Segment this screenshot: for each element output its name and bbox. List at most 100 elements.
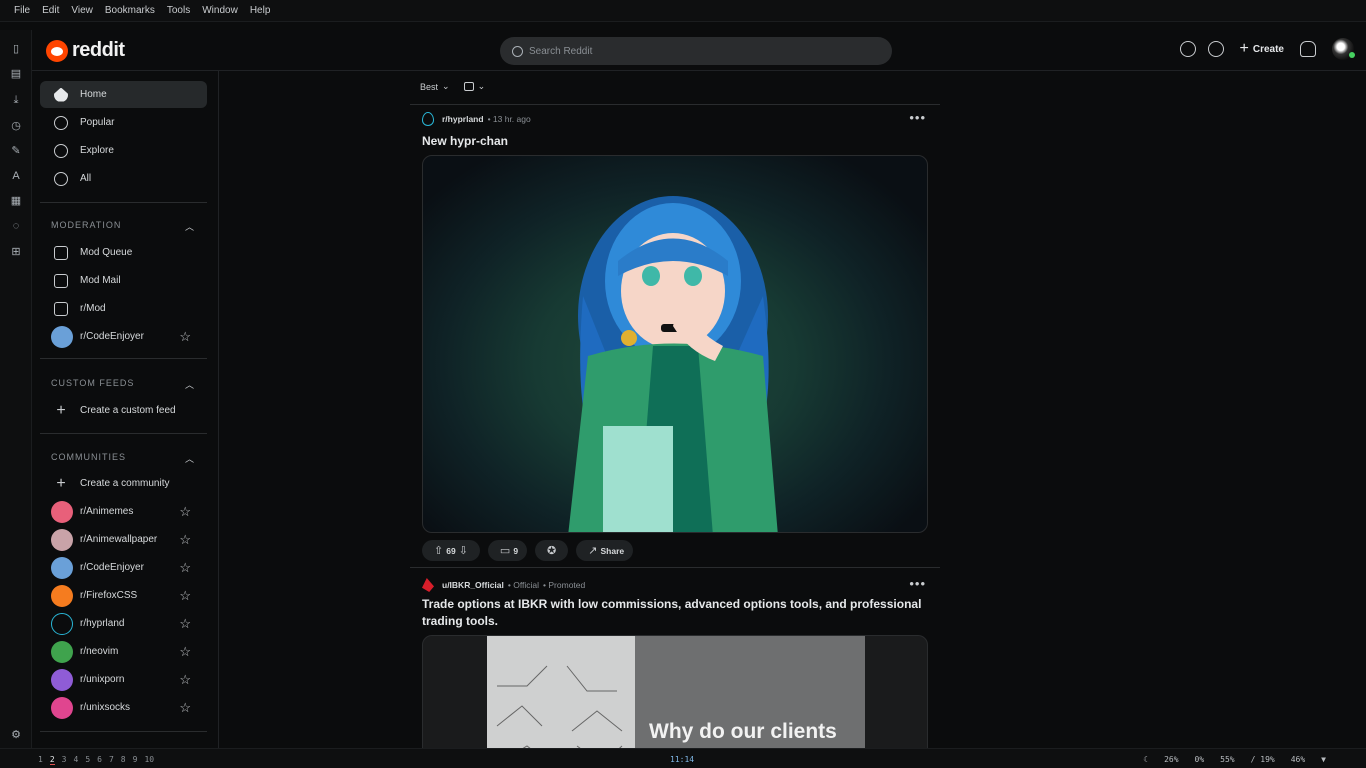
menu-bookmarks[interactable]: Bookmarks (105, 5, 155, 16)
workspace-6[interactable]: 6 (97, 755, 102, 765)
notification-bell-icon[interactable] (1300, 41, 1316, 57)
menu-edit[interactable]: Edit (42, 5, 59, 16)
community-animemes[interactable]: r/Animemes ☆ (40, 498, 207, 525)
menu-view[interactable]: View (71, 5, 93, 16)
nav-popular[interactable]: Popular (40, 109, 207, 136)
star-icon[interactable]: ☆ (179, 560, 191, 576)
nav-explore[interactable]: Explore (40, 137, 207, 164)
bookmark-icon[interactable]: ▯ (9, 42, 23, 56)
create-custom-feed-link[interactable]: + Create a custom feed (40, 397, 207, 424)
mod-mail-link[interactable]: Mod Mail (40, 267, 207, 294)
custom-feeds-section-title[interactable]: CUSTOM FEEDS (51, 378, 134, 388)
community-codeenjoyer[interactable]: r/CodeEnjoyer ☆ (40, 554, 207, 581)
more-options-icon[interactable]: ••• (909, 110, 926, 125)
star-icon[interactable]: ☆ (179, 504, 191, 520)
notes-icon[interactable]: ✎ (9, 144, 23, 158)
community-animewallpaper[interactable]: r/Animewallpaper ☆ (40, 526, 207, 553)
wifi-icon[interactable]: ▼ (1321, 755, 1326, 764)
star-icon[interactable]: ☆ (179, 672, 191, 688)
community-avatar (51, 612, 73, 635)
chevron-up-icon[interactable]: ︿ (185, 452, 194, 465)
subreddit-link[interactable]: r/hyprland (442, 114, 484, 124)
post-title[interactable]: Trade options at IBKR with low commissio… (422, 596, 922, 630)
system-status-bar: 1 2 3 4 5 6 7 8 9 10 11:14 ☾ 26% 0% 55% … (0, 748, 1366, 768)
comments-button[interactable]: ▭ 9 (487, 540, 528, 561)
r-mod-link[interactable]: r/Mod (40, 295, 207, 322)
workspace-10[interactable]: 10 (144, 755, 154, 765)
star-icon[interactable]: ☆ (179, 700, 191, 716)
star-icon[interactable]: ☆ (179, 616, 191, 632)
search-bar[interactable] (500, 37, 892, 65)
share-button[interactable]: ↗ Share (576, 540, 634, 561)
menu-file[interactable]: File (14, 5, 30, 16)
workspace-4[interactable]: 4 (73, 755, 78, 765)
history-icon[interactable]: ◷ (9, 119, 23, 133)
mod-queue-link[interactable]: Mod Queue (40, 239, 207, 266)
translate-icon[interactable]: A (9, 169, 23, 183)
advertise-icon[interactable] (1179, 41, 1196, 57)
reddit-logo[interactable]: reddit (46, 39, 125, 62)
user-avatar[interactable] (1332, 38, 1355, 60)
volume-level[interactable]: 0% (1195, 755, 1205, 764)
create-community-link[interactable]: + Create a community (40, 470, 207, 497)
downvote-icon[interactable]: ⇩ (459, 544, 468, 557)
communities-section-title[interactable]: COMMUNITIES (51, 452, 126, 462)
moderation-section-title[interactable]: MODERATION (51, 220, 121, 230)
sort-dropdown[interactable]: Best (420, 82, 438, 92)
author-link[interactable]: u/IBKR_Official (442, 580, 504, 590)
menu-tools[interactable]: Tools (167, 5, 190, 16)
community-label: r/hyprland (80, 618, 125, 629)
moderated-community-codeenjoyer[interactable]: r/CodeEnjoyer ☆ (40, 323, 207, 350)
layout-icon[interactable] (463, 82, 474, 91)
more-options-icon[interactable]: ••• (909, 576, 926, 591)
official-badge: • Official (507, 580, 540, 590)
nav-home[interactable]: Home (40, 81, 207, 108)
community-label: r/CodeEnjoyer (80, 331, 144, 342)
cpu-usage: 26% (1164, 755, 1179, 764)
star-icon[interactable]: ☆ (179, 644, 191, 660)
post-title[interactable]: New hypr-chan (422, 133, 508, 150)
create-button[interactable]: + Create (1240, 40, 1284, 58)
community-hyprland[interactable]: r/hyprland ☆ (40, 610, 207, 637)
menu-bar: File Edit View Bookmarks Tools Window He… (0, 0, 1366, 22)
chat-icon[interactable] (1207, 41, 1224, 57)
menu-help[interactable]: Help (250, 5, 271, 16)
workspace-7[interactable]: 7 (109, 755, 114, 765)
workspace-2[interactable]: 2 (49, 755, 55, 765)
plus-icon: + (56, 401, 66, 419)
star-icon[interactable]: ☆ (179, 532, 191, 548)
chevron-up-icon[interactable]: ︿ (185, 220, 194, 233)
post-image[interactable] (422, 155, 928, 533)
community-firefoxcss[interactable]: r/FirefoxCSS ☆ (40, 582, 207, 609)
workspace-1[interactable]: 1 (38, 755, 43, 765)
moon-icon[interactable]: ☾ (1143, 755, 1148, 764)
workspace-9[interactable]: 9 (133, 755, 138, 765)
comment-icon: ▭ (499, 545, 511, 557)
workspace-3[interactable]: 3 (62, 755, 67, 765)
star-icon[interactable]: ☆ (179, 329, 191, 345)
community-unixporn[interactable]: r/unixporn ☆ (40, 666, 207, 693)
post-meta: r/hyprland • 13 hr. ago (422, 112, 531, 126)
download-icon[interactable]: ⤓ (9, 93, 23, 107)
community-unixsocks[interactable]: r/unixsocks ☆ (40, 694, 207, 721)
workspace-5[interactable]: 5 (85, 755, 90, 765)
chat-icon[interactable]: ◌ (9, 219, 23, 233)
plus-icon: + (56, 474, 66, 492)
nav-all[interactable]: All (40, 165, 207, 192)
calendar-icon[interactable]: ▦ (9, 194, 23, 208)
workspace-8[interactable]: 8 (121, 755, 126, 765)
create-custom-feed-label: Create a custom feed (80, 405, 176, 416)
menu-window[interactable]: Window (202, 5, 238, 16)
award-button[interactable]: ✪ (535, 540, 569, 561)
community-neovim[interactable]: r/neovim ☆ (40, 638, 207, 665)
popular-icon (54, 115, 68, 130)
settings-icon[interactable]: ⚙ (9, 728, 23, 742)
reader-icon[interactable]: ▤ (9, 67, 23, 81)
hyprland-icon (422, 112, 434, 126)
star-icon[interactable]: ☆ (179, 588, 191, 604)
search-input[interactable] (529, 45, 859, 57)
add-panel-icon[interactable]: ⊞ (9, 245, 23, 259)
upvote-icon[interactable]: ⇧ (434, 544, 443, 557)
ad-image[interactable]: Why do our clients (422, 635, 928, 748)
chevron-up-icon[interactable]: ︿ (185, 378, 194, 391)
